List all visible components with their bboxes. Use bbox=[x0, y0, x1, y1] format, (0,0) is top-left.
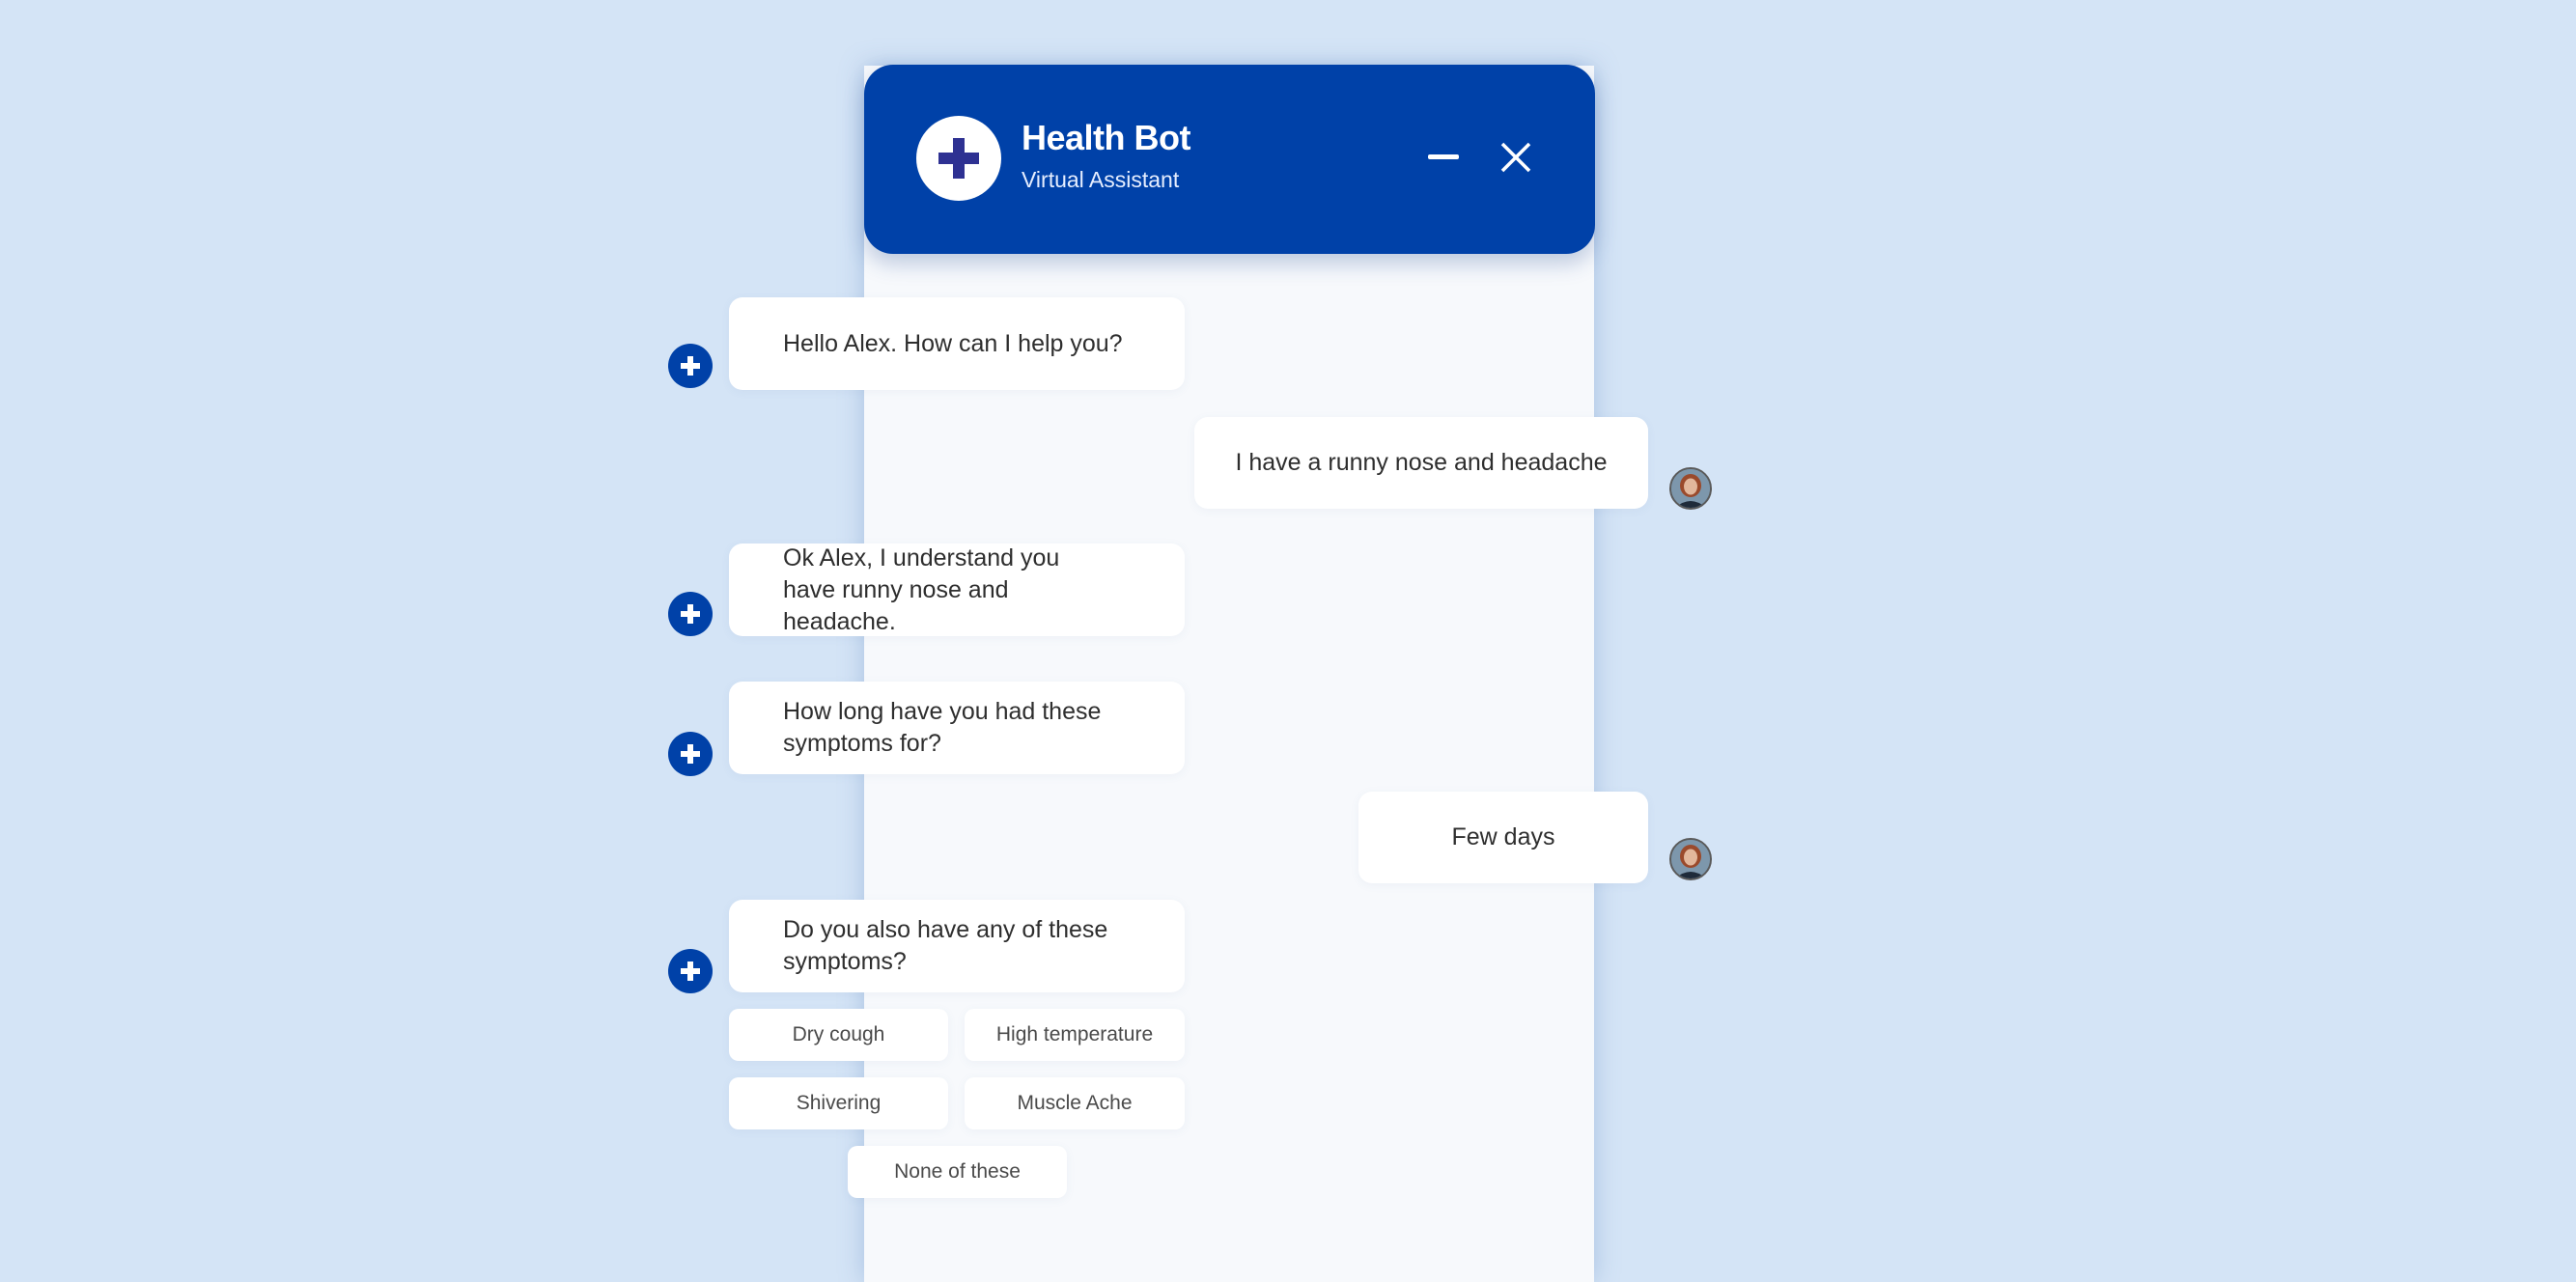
message-text: How long have you had these symptoms for… bbox=[783, 698, 1102, 757]
message-text: I have a runny nose and headache bbox=[1235, 449, 1608, 476]
bot-message-icon bbox=[668, 732, 713, 776]
message-text: Do you also have any of these symptoms? bbox=[783, 916, 1108, 975]
quick-reply-label: High temperature bbox=[995, 1023, 1154, 1045]
bot-message: Ok Alex, I understand you have runny nos… bbox=[729, 543, 1185, 636]
bot-message-icon bbox=[668, 592, 713, 636]
close-button[interactable] bbox=[1495, 136, 1537, 179]
chat-header: Health Bot Virtual Assistant bbox=[864, 65, 1595, 254]
bot-avatar bbox=[916, 116, 1001, 201]
close-icon bbox=[1500, 142, 1531, 173]
bot-message-icon bbox=[668, 949, 713, 993]
quick-reply-label: Muscle Ache bbox=[1017, 1092, 1133, 1114]
user-avatar bbox=[1669, 838, 1712, 880]
message-text: Ok Alex, I understand you have runny nos… bbox=[783, 543, 1060, 635]
user-avatar bbox=[1669, 467, 1712, 510]
quick-reply-shivering[interactable]: Shivering bbox=[729, 1077, 948, 1129]
quick-reply-muscle-ache[interactable]: Muscle Ache bbox=[965, 1077, 1185, 1129]
user-photo-icon bbox=[1671, 469, 1710, 508]
plus-icon bbox=[681, 744, 700, 764]
bot-message: How long have you had these symptoms for… bbox=[729, 682, 1185, 774]
plus-icon bbox=[681, 356, 700, 376]
bot-message: Do you also have any of these symptoms? bbox=[729, 900, 1185, 992]
quick-reply-label: Dry cough bbox=[792, 1023, 885, 1045]
message-text: Hello Alex. How can I help you? bbox=[783, 329, 1123, 357]
plus-icon bbox=[681, 604, 700, 624]
minimize-button[interactable] bbox=[1424, 138, 1463, 177]
bot-message: Hello Alex. How can I help you? bbox=[729, 297, 1185, 390]
medical-cross-icon bbox=[938, 138, 979, 179]
user-photo-icon bbox=[1671, 840, 1710, 878]
quick-reply-label: None of these bbox=[894, 1160, 1021, 1183]
message-text: Few days bbox=[1451, 823, 1555, 850]
user-message: Few days bbox=[1358, 792, 1648, 883]
bot-name: Health Bot bbox=[1022, 118, 1191, 157]
user-message: I have a runny nose and headache bbox=[1194, 417, 1648, 509]
bot-subtitle: Virtual Assistant bbox=[1022, 167, 1180, 192]
quick-reply-high-temperature[interactable]: High temperature bbox=[965, 1009, 1185, 1061]
quick-reply-label: Shivering bbox=[796, 1092, 882, 1114]
quick-reply-none-of-these[interactable]: None of these bbox=[848, 1146, 1067, 1198]
quick-reply-dry-cough[interactable]: Dry cough bbox=[729, 1009, 948, 1061]
minimize-icon bbox=[1428, 154, 1459, 159]
bot-message-icon bbox=[668, 344, 713, 388]
plus-icon bbox=[681, 962, 700, 981]
